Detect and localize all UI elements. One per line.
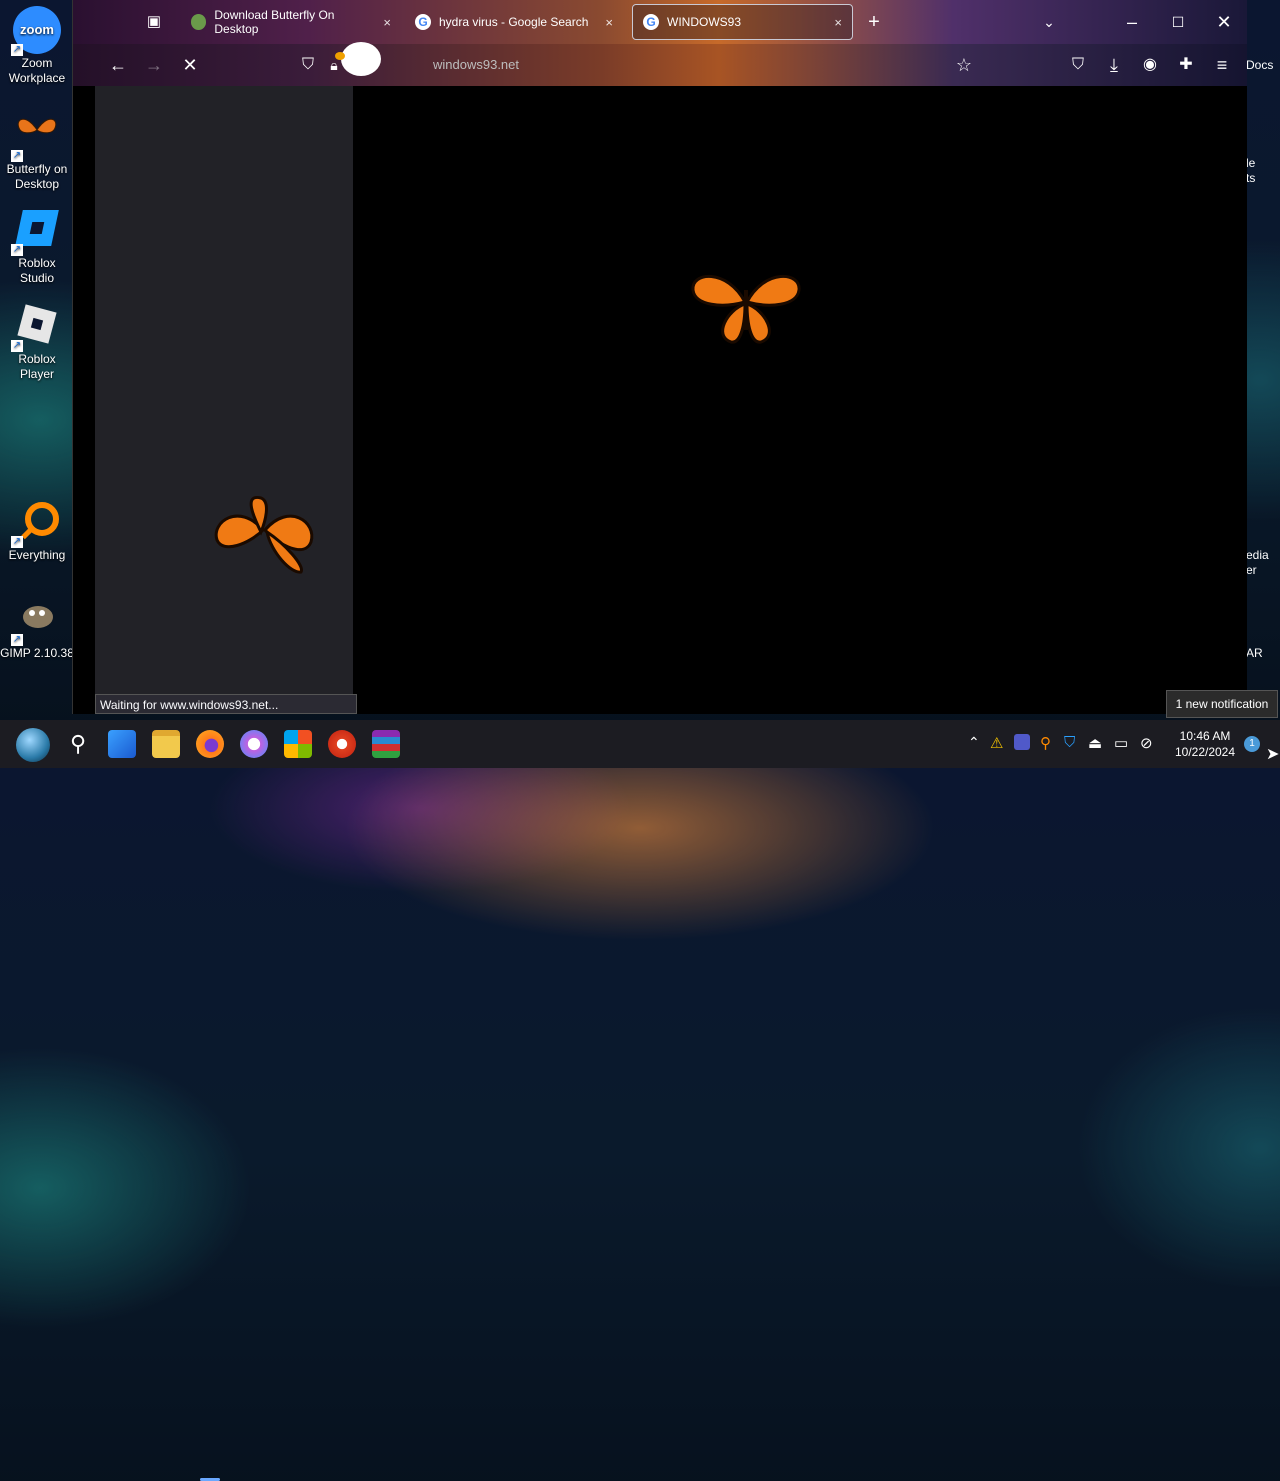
- everything-search-icon: ↗: [11, 498, 61, 548]
- goose-beak: [335, 52, 345, 60]
- forward-button[interactable]: →: [143, 54, 165, 76]
- clock-time: 10:46 AM: [1179, 729, 1231, 743]
- taskbar: ⚲ ⌃ ⚠ ⚲ ⛉ ⏏ ▭ ⊘ 10:46 AM 10/22/2024 1 ➤: [0, 720, 1280, 1481]
- desktop-icon-label: Butterfly on Desktop: [6, 162, 68, 191]
- usb-eject-icon[interactable]: ⏏: [1088, 734, 1102, 752]
- shortcut-arrow-icon: ↗: [11, 150, 23, 162]
- back-button[interactable]: ←: [107, 54, 129, 76]
- status-bar: Waiting for www.windows93.net...: [95, 694, 357, 714]
- desktop-icon-gimp[interactable]: ↗ GIMP 2.10.38: [0, 596, 74, 661]
- tracking-protection-icon[interactable]: ⛉: [297, 54, 319, 76]
- desktop-icon-label: Roblox Player: [18, 352, 56, 381]
- desktop-icon-roblox-studio[interactable]: ↗ Roblox Studio: [0, 206, 74, 286]
- search-icon[interactable]: ⚲: [64, 730, 92, 758]
- zoom-icon: zoom ↗: [11, 6, 61, 56]
- page-side-panel: [95, 86, 353, 714]
- widgets-icon[interactable]: [108, 730, 136, 758]
- notification-toast[interactable]: 1 new notification: [1166, 690, 1278, 718]
- notification-badge[interactable]: 1: [1244, 736, 1260, 752]
- show-hidden-icons-chevron-icon[interactable]: ⌃: [968, 734, 980, 751]
- bookmark-star-icon[interactable]: ☆: [953, 54, 975, 76]
- firefox-icon[interactable]: [196, 730, 224, 758]
- winrar-icon[interactable]: [372, 730, 400, 758]
- pocket-icon[interactable]: ⛉: [1067, 54, 1089, 76]
- desktop-icon-label: Roblox Studio: [18, 256, 56, 285]
- butterfly-favicon: [191, 14, 207, 30]
- tab-google-search[interactable]: G hydra virus - Google Search ×: [405, 4, 623, 40]
- defender-shield-icon[interactable]: ⛉: [1064, 734, 1075, 751]
- butterfly-icon: ↗: [11, 112, 61, 162]
- desktop-icon-label: Zoom Workplace: [8, 56, 66, 85]
- downloads-icon[interactable]: ⤓: [1103, 54, 1125, 76]
- desktop-icon-everything[interactable]: ↗ Everything: [0, 498, 74, 563]
- store-icon[interactable]: [284, 730, 312, 758]
- butterfly-sprite: [691, 275, 801, 344]
- shortcut-arrow-icon: ↗: [11, 244, 23, 256]
- display-icon[interactable]: ▭: [1114, 734, 1128, 752]
- tab-bar: ▣ Download Butterfly On Desktop × G hydr…: [73, 0, 1247, 44]
- google-favicon: G: [643, 14, 659, 30]
- close-tab-icon[interactable]: ×: [605, 15, 613, 30]
- clock-date: 10/22/2024: [1174, 745, 1236, 759]
- shortcut-arrow-icon: ↗: [11, 536, 23, 548]
- tab-label: hydra virus - Google Search: [439, 15, 589, 29]
- network-disconnected-icon[interactable]: ⊘: [1140, 734, 1153, 752]
- page-content[interactable]: [95, 86, 1247, 714]
- list-tabs-icon[interactable]: ⌄: [1038, 11, 1060, 33]
- desktop-icon-winrar-partial[interactable]: AR: [1246, 646, 1263, 660]
- shortcut-arrow-icon: ↗: [11, 340, 23, 352]
- butterfly-sprite: [214, 495, 314, 574]
- google-favicon: G: [415, 14, 431, 30]
- close-tab-icon[interactable]: ×: [383, 15, 391, 30]
- clock[interactable]: 10:46 AM 10/22/2024: [1168, 728, 1242, 760]
- desktop-icon-media-player-partial[interactable]: edia er: [1246, 548, 1269, 578]
- desktop-icon-sheets-partial[interactable]: le ts: [1246, 156, 1255, 186]
- desktop-icon-docs-partial[interactable]: Docs: [1246, 58, 1273, 72]
- tab-overview-icon[interactable]: ▣: [143, 11, 165, 33]
- tab-label: WINDOWS93: [667, 15, 742, 29]
- file-explorer-icon[interactable]: [152, 730, 180, 758]
- teams-icon[interactable]: [1014, 734, 1030, 750]
- desktop-icon-label: Everything: [8, 548, 66, 562]
- roblox-player-icon: ↗: [11, 302, 61, 352]
- desktop-icon-label: GIMP 2.10.38: [0, 646, 74, 660]
- ccleaner-icon[interactable]: [328, 730, 356, 758]
- desktop-icon-butterfly[interactable]: ↗ Butterfly on Desktop: [0, 112, 74, 192]
- tab-label: Download Butterfly On Desktop: [214, 8, 335, 36]
- navigation-bar: ← → ✕ ⛉ 🔒︎ windows93.net ☆ ⛉ ⤓ ◉ ✚ ≡: [73, 42, 1247, 86]
- browser-window: ▣ Download Butterfly On Desktop × G hydr…: [72, 0, 1247, 714]
- shortcut-arrow-icon: ↗: [11, 634, 23, 646]
- everything-tray-icon[interactable]: ⚲: [1040, 734, 1051, 752]
- start-orb-icon[interactable]: [16, 728, 50, 762]
- roblox-studio-icon: ↗: [11, 206, 61, 256]
- mouse-cursor-icon: ➤: [1266, 746, 1280, 763]
- tab-windows93[interactable]: G WINDOWS93 ×: [632, 4, 853, 40]
- warning-icon[interactable]: ⚠: [990, 734, 1003, 752]
- desktop-icon-zoom[interactable]: zoom ↗ Zoom Workplace: [0, 6, 74, 86]
- desktop-icon-roblox-player[interactable]: ↗ Roblox Player: [0, 302, 74, 382]
- maximize-button[interactable]: ☐: [1167, 11, 1189, 33]
- close-tab-icon[interactable]: ×: [834, 15, 842, 30]
- tab-butterfly[interactable]: Download Butterfly On Desktop ×: [181, 4, 401, 40]
- extensions-icon[interactable]: ✚: [1175, 54, 1197, 76]
- menu-icon[interactable]: ≡: [1211, 54, 1233, 76]
- itunes-icon[interactable]: [240, 730, 268, 758]
- stop-loading-button[interactable]: ✕: [179, 54, 201, 76]
- account-icon[interactable]: ◉: [1139, 54, 1161, 76]
- minimize-button[interactable]: –: [1121, 11, 1143, 33]
- shortcut-arrow-icon: ↗: [11, 44, 23, 56]
- close-window-button[interactable]: ✕: [1213, 11, 1235, 33]
- new-tab-button[interactable]: +: [863, 11, 885, 33]
- address-bar[interactable]: windows93.net: [433, 57, 519, 72]
- gimp-icon: ↗: [11, 596, 61, 646]
- goose-overlay: [341, 42, 381, 76]
